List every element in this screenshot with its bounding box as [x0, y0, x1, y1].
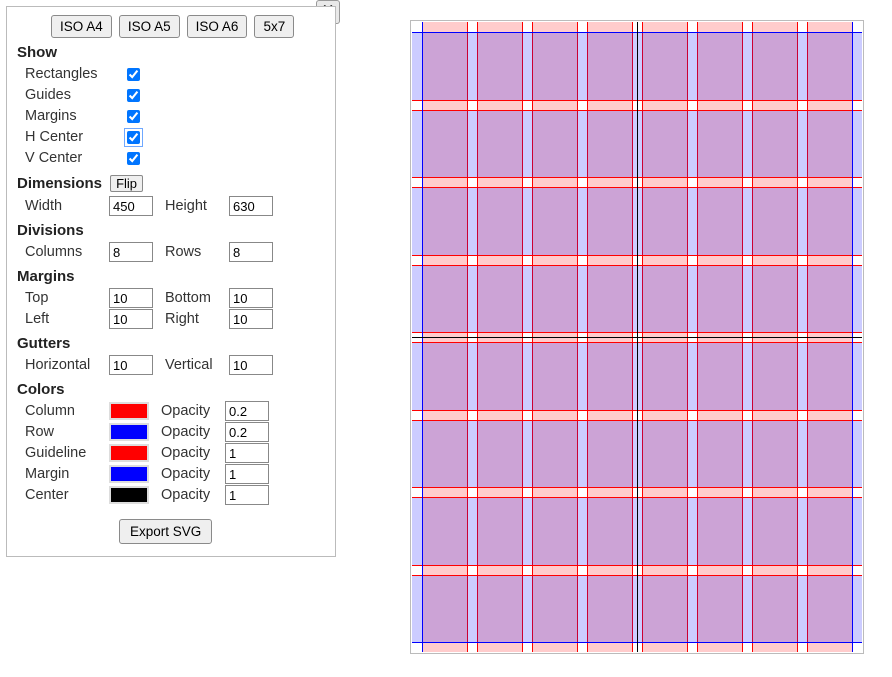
hcenter-checkbox[interactable]	[127, 131, 140, 144]
center-opacity-input[interactable]	[225, 485, 269, 505]
margin-color-label: Margin	[25, 466, 109, 482]
columns-label: Columns	[25, 244, 109, 260]
margins-checkbox[interactable]	[127, 110, 140, 123]
rectangles-checkbox[interactable]	[127, 68, 140, 81]
margin-right-label: Right	[165, 311, 229, 327]
margin-bottom-label: Bottom	[165, 290, 229, 306]
margin-top-label: Top	[25, 290, 109, 306]
vcenter-checkbox[interactable]	[127, 152, 140, 165]
rectangles-label: Rectangles	[25, 66, 109, 82]
center-color-label: Center	[25, 487, 109, 503]
width-input[interactable]	[109, 196, 153, 216]
guides-checkbox[interactable]	[127, 89, 140, 102]
margin-opacity-label: Opacity	[161, 466, 225, 482]
section-colors-heading: Colors	[17, 381, 325, 398]
margin-bottom-input[interactable]	[229, 288, 273, 308]
rows-label: Rows	[165, 244, 229, 260]
gutter-horizontal-label: Horizontal	[25, 357, 109, 373]
row-opacity-label: Opacity	[161, 424, 225, 440]
settings-panel: ISO A4 ISO A5 ISO A6 5x7 Show Rectangles…	[6, 6, 336, 557]
rows-input[interactable]	[229, 242, 273, 262]
section-gutters-heading: Gutters	[17, 335, 325, 352]
preset-iso-a5-button[interactable]: ISO A5	[119, 15, 180, 38]
preview-container	[410, 20, 864, 654]
guideline-color-swatch[interactable]	[109, 444, 149, 462]
height-label: Height	[165, 198, 229, 214]
margin-top-input[interactable]	[109, 288, 153, 308]
height-input[interactable]	[229, 196, 273, 216]
section-dimensions-heading: Dimensions	[17, 175, 102, 192]
center-color-swatch[interactable]	[109, 486, 149, 504]
gutter-vertical-input[interactable]	[229, 355, 273, 375]
margin-opacity-input[interactable]	[225, 464, 269, 484]
grid-preview	[412, 22, 862, 652]
export-svg-button[interactable]: Export SVG	[119, 519, 212, 544]
column-opacity-input[interactable]	[225, 401, 269, 421]
flip-button[interactable]: Flip	[110, 175, 143, 192]
columns-input[interactable]	[109, 242, 153, 262]
column-color-swatch[interactable]	[109, 402, 149, 420]
gutter-horizontal-input[interactable]	[109, 355, 153, 375]
section-margins-heading: Margins	[17, 268, 325, 285]
margin-right-input[interactable]	[229, 309, 273, 329]
margin-left-label: Left	[25, 311, 109, 327]
width-label: Width	[25, 198, 109, 214]
guideline-opacity-input[interactable]	[225, 443, 269, 463]
column-opacity-label: Opacity	[161, 403, 225, 419]
row-opacity-input[interactable]	[225, 422, 269, 442]
preset-5x7-button[interactable]: 5x7	[254, 15, 294, 38]
preset-row: ISO A4 ISO A5 ISO A6 5x7	[51, 15, 325, 38]
section-divisions-heading: Divisions	[17, 222, 325, 239]
vcenter-label: V Center	[25, 150, 109, 166]
row-color-label: Row	[25, 424, 109, 440]
margin-left-input[interactable]	[109, 309, 153, 329]
preset-iso-a6-button[interactable]: ISO A6	[187, 15, 248, 38]
guideline-opacity-label: Opacity	[161, 445, 225, 461]
gutter-vertical-label: Vertical	[165, 357, 229, 373]
preset-iso-a4-button[interactable]: ISO A4	[51, 15, 112, 38]
guideline-color-label: Guideline	[25, 445, 109, 461]
guides-label: Guides	[25, 87, 109, 103]
hcenter-label: H Center	[25, 129, 109, 145]
column-color-label: Column	[25, 403, 109, 419]
center-opacity-label: Opacity	[161, 487, 225, 503]
margin-color-swatch[interactable]	[109, 465, 149, 483]
row-color-swatch[interactable]	[109, 423, 149, 441]
section-show-heading: Show	[17, 44, 325, 61]
margins-show-label: Margins	[25, 108, 109, 124]
